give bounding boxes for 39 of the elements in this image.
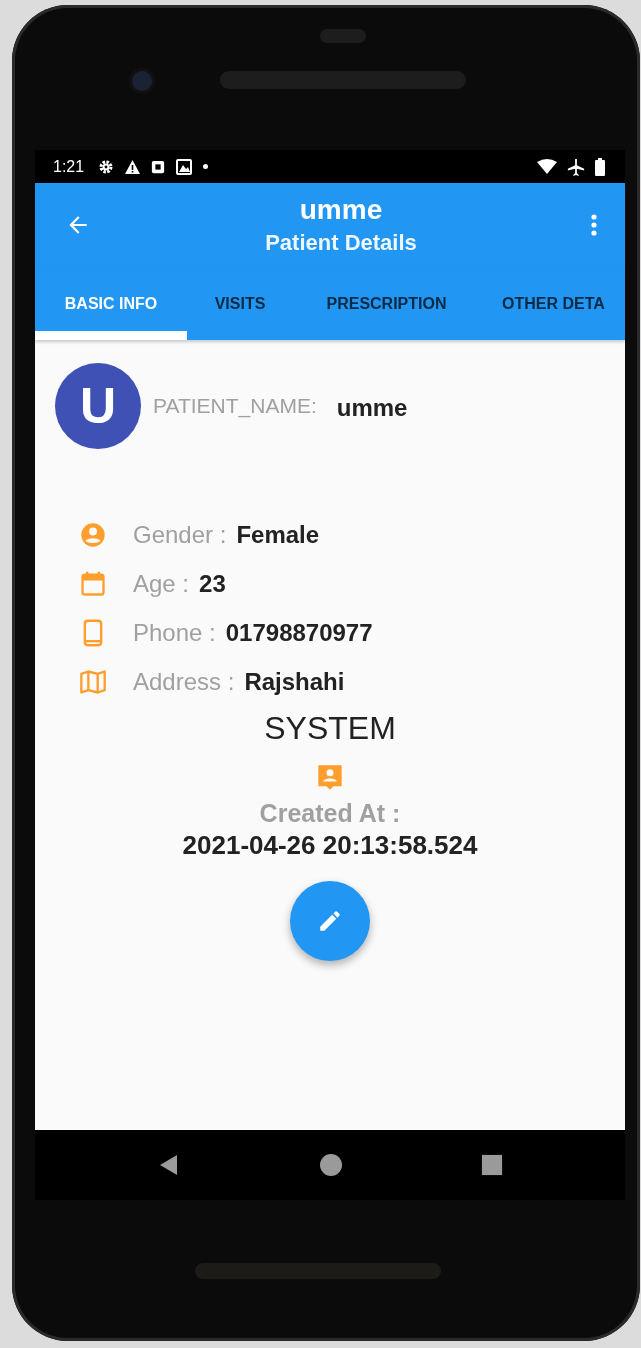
pencil-icon — [317, 908, 343, 934]
circle-icon — [319, 1153, 343, 1177]
calendar-icon — [79, 569, 107, 598]
app-bar-subtitle: Patient Details — [265, 230, 417, 256]
field-label: PATIENT_NAME: — [153, 394, 317, 418]
overview-nav-button[interactable] — [481, 1154, 503, 1176]
wifi-icon — [537, 158, 557, 175]
tab[interactable]: OTHER DETA — [480, 267, 625, 340]
image-icon — [175, 158, 194, 175]
field-value: Female — [236, 520, 320, 549]
field-label: Address : — [133, 667, 235, 696]
tab[interactable]: PRESCRIPTION — [293, 267, 480, 340]
camera-lens — [132, 71, 152, 91]
dot-icon — [203, 164, 209, 169]
app-bar-title: umme — [299, 194, 383, 226]
patient-name: umme — [336, 393, 408, 422]
more-vertical-icon — [591, 213, 597, 237]
avatar: U — [55, 363, 141, 449]
person-circle-icon — [79, 520, 107, 549]
field-value: 23 — [199, 569, 226, 598]
square-icon — [151, 159, 166, 174]
warning-icon — [124, 158, 142, 175]
field-label: Gender : — [133, 520, 227, 549]
field-label: Age : — [133, 569, 190, 598]
settings-icon — [98, 158, 115, 175]
created-at-value: 2021-04-26 20:13:58.524 — [182, 830, 478, 861]
field-value: 01798870977 — [225, 618, 373, 647]
airplane-icon — [567, 157, 585, 176]
home-nav-button[interactable] — [319, 1153, 343, 1177]
clock: 1:21 — [53, 157, 85, 176]
edit-button[interactable] — [290, 881, 370, 961]
created-by: SYSTEM — [264, 710, 396, 747]
field-value: Rajshahi — [244, 667, 345, 696]
battery-icon — [595, 157, 605, 176]
field-label: Phone : — [133, 618, 216, 647]
field-label: Created At : — [259, 799, 401, 828]
square-icon — [481, 1154, 503, 1176]
map-icon — [79, 667, 107, 696]
tab[interactable]: VISITS — [187, 267, 293, 340]
